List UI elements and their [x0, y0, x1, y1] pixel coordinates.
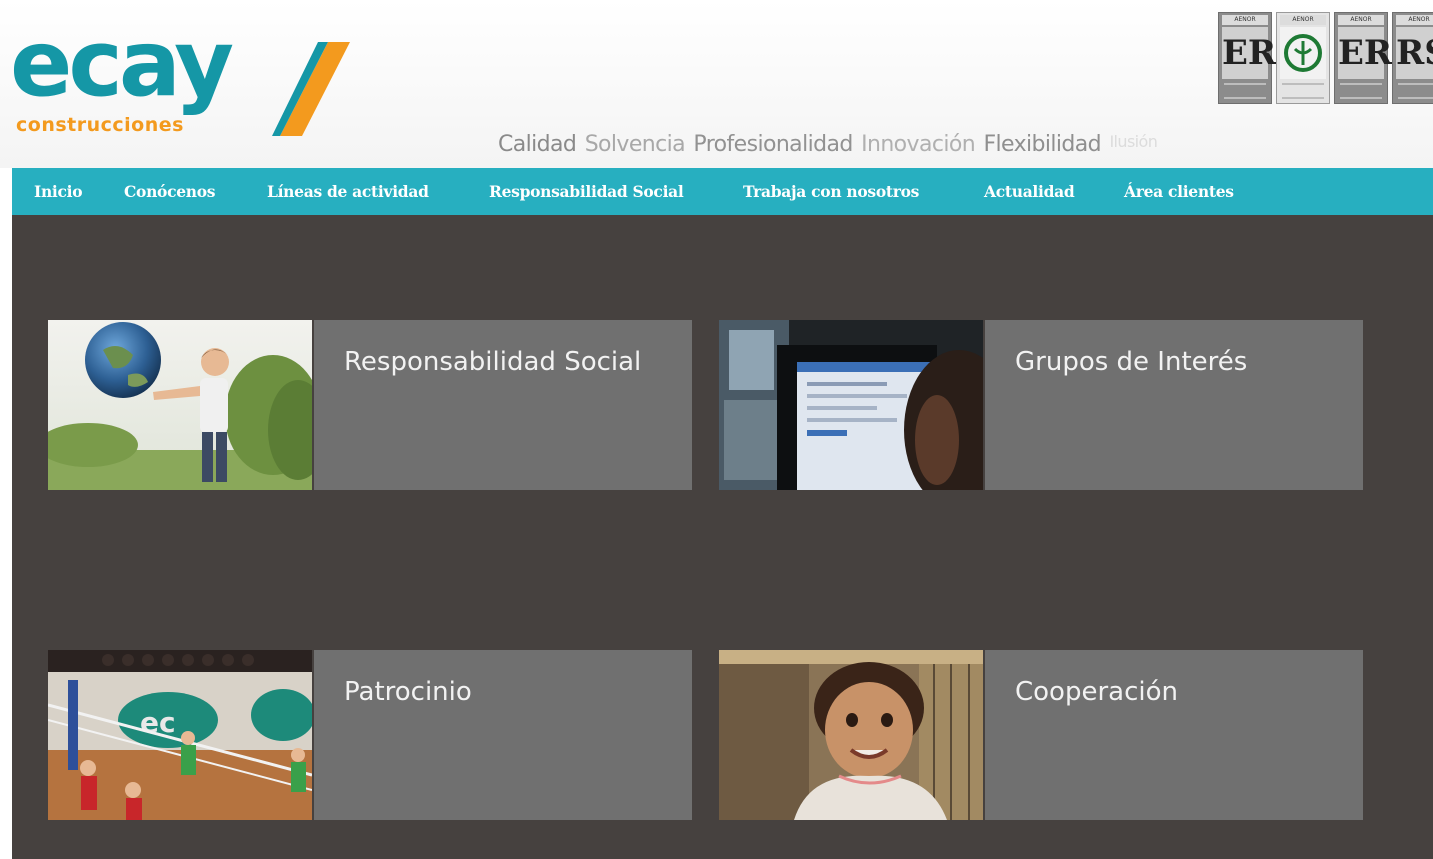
certification-badge: AENOR ER: [1218, 12, 1276, 104]
nav-item-trabaja-con-nosotros[interactable]: Trabaja con nosotros: [743, 168, 919, 215]
value-word: Calidad: [498, 132, 577, 157]
volleyball-match-photo: ec: [48, 650, 312, 820]
value-word: Ilusión: [1109, 132, 1158, 151]
certification-badge: AENOR RS: [1392, 12, 1433, 104]
logo-slash-icon: [272, 42, 350, 136]
certification-badge: AENOR: [1276, 12, 1330, 104]
tile-patrocinio[interactable]: ec Patrocinio: [48, 650, 692, 820]
tile-responsabilidad-social[interactable]: Responsabilidad Social: [48, 320, 692, 490]
badge-lines: [1398, 83, 1433, 99]
tile-title: Responsabilidad Social: [344, 347, 642, 377]
badge-lines: [1340, 83, 1382, 99]
child-holding-globe-photo: [48, 320, 312, 490]
tile-title: Cooperación: [1015, 677, 1178, 707]
ecay-logo[interactable]: ecay construcciones: [10, 18, 350, 140]
badge-label: AENOR: [1222, 15, 1268, 25]
tile-cooperacion[interactable]: Cooperación: [719, 650, 1363, 820]
aenor-environment-certificate-icon: [1280, 27, 1326, 79]
badge-lines: [1224, 83, 1266, 99]
logo-word: ecay: [10, 10, 234, 117]
smiling-child-photo: [719, 650, 983, 820]
badge-label: AENOR: [1280, 15, 1326, 25]
person-at-computer-photo: [719, 320, 983, 490]
tile-grupos-de-interes[interactable]: Grupos de Interés: [719, 320, 1363, 490]
aenor-er-certificate-icon: ER: [1222, 27, 1276, 79]
certification-badges: AENOR ER AENOR AENOR ER AENOR RS: [1218, 12, 1433, 104]
badge-label: AENOR: [1396, 15, 1433, 25]
tile-panel: Grupos de Interés: [985, 320, 1363, 490]
value-word: Flexibilidad: [983, 132, 1102, 157]
value-word: Solvencia: [584, 132, 686, 157]
site-header: ecay construcciones AENOR ER AENOR AENOR…: [0, 0, 1433, 168]
tile-panel: Patrocinio: [314, 650, 692, 820]
aenor-rs-certificate-icon: RS: [1396, 27, 1433, 79]
certification-badge: AENOR ER: [1334, 12, 1392, 104]
tile-panel: Responsabilidad Social: [314, 320, 692, 490]
aenor-er-certificate-icon: ER: [1338, 27, 1392, 79]
main-nav: Inicio Conócenos Líneas de actividad Res…: [12, 168, 1433, 215]
nav-item-lineas-de-actividad[interactable]: Líneas de actividad: [267, 168, 429, 215]
value-word: Profesionalidad: [693, 132, 853, 157]
main-content: Responsabilidad Social Grupos de Interés…: [12, 215, 1433, 859]
tile-title: Grupos de Interés: [1015, 347, 1248, 377]
value-word: Innovación: [861, 132, 976, 157]
nav-item-responsabilidad-social[interactable]: Responsabilidad Social: [489, 168, 684, 215]
badge-label: AENOR: [1338, 15, 1384, 25]
nav-item-area-clientes[interactable]: Área clientes: [1124, 168, 1234, 215]
nav-item-actualidad[interactable]: Actualidad: [984, 168, 1075, 215]
tile-panel: Cooperación: [985, 650, 1363, 820]
logo-subtitle: construcciones: [16, 114, 184, 136]
nav-item-inicio[interactable]: Inicio: [34, 168, 83, 215]
tile-title: Patrocinio: [344, 677, 472, 707]
nav-item-conocenos[interactable]: Conócenos: [124, 168, 216, 215]
badge-lines: [1282, 83, 1324, 99]
company-values: Calidad Solvencia Profesionalidad Innova…: [498, 132, 1159, 157]
